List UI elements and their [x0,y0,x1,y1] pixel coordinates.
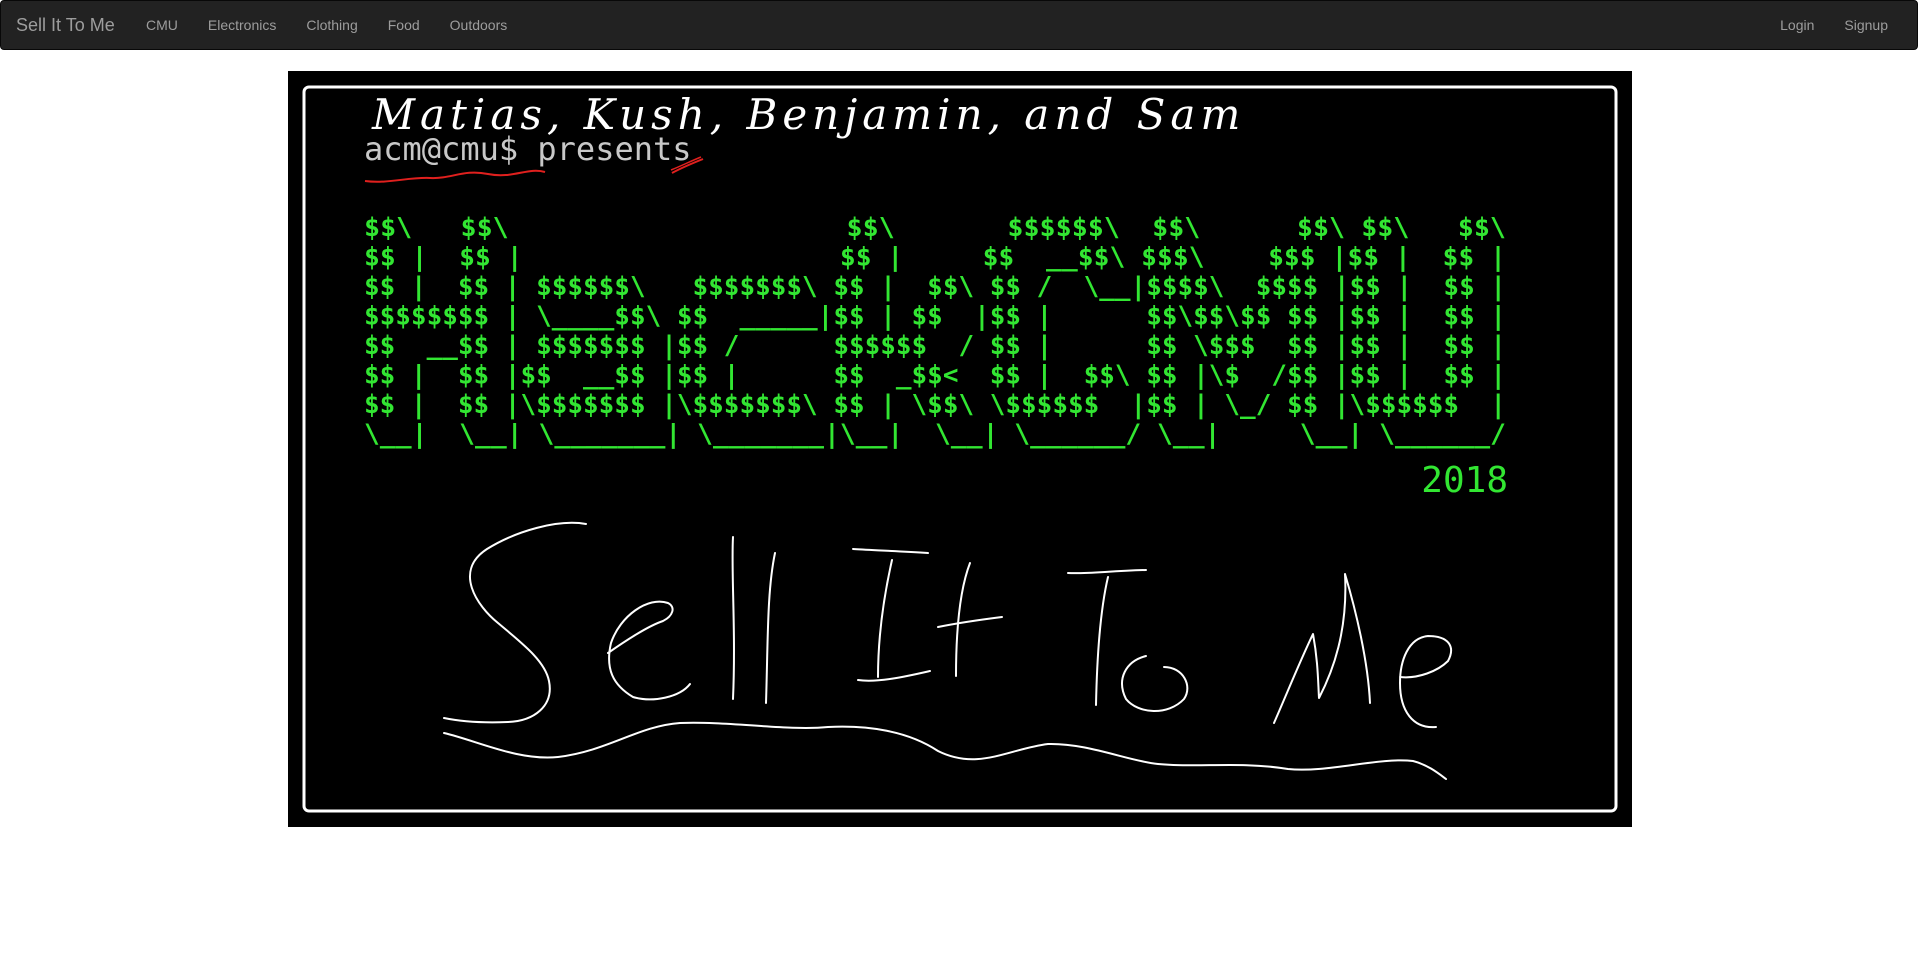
ascii-line: $$\ $$\ $$\ $$$$$$\ $$\ $$\ $$\ $$\ [364,213,1506,243]
nav-account: Login Signup [1765,1,1903,49]
ascii-line: $$ | $$ | $$$$$$\ $$$$$$$\ $$ | $$\ $$ /… [364,272,1506,302]
nav-item-electronics[interactable]: Electronics [193,1,291,49]
nav-categories: CMU Electronics Clothing Food Outdoors [131,1,522,49]
ascii-line: $$ __$$ | $$$$$$$ |$$ / $$$$$$ / $$ | $$… [364,331,1506,361]
ascii-line: $$ | $$ | $$ | $$ __$$\ $$$\ $$$ |$$ | $… [364,243,1506,273]
login-link[interactable]: Login [1765,1,1829,49]
hero-banner: Matias, Kush, Benjamin, and Sam acm@cmu$… [288,71,1632,827]
ascii-art: $$\ $$\ $$\ $$$$$$\ $$\ $$\ $$\ $$\ $$ |… [364,213,1506,450]
ascii-line: $$ | $$ |\$$$$$$$ |\$$$$$$$\ $$ | \$$\ \… [364,390,1506,420]
ascii-line: $$$$$$$$ | \____$$\ $$ _____|$$ | $$ |$$… [364,302,1506,332]
year-label: 2018 [1421,460,1508,501]
nav-item-cmu[interactable]: CMU [131,1,193,49]
ascii-line: $$ | $$ |$$ __$$ |$$ | $$ _$$< $$ | $$\ … [364,361,1506,391]
nav-item-food[interactable]: Food [373,1,435,49]
nav-item-clothing[interactable]: Clothing [291,1,372,49]
brand-link[interactable]: Sell It To Me [16,1,115,49]
nav-item-outdoors[interactable]: Outdoors [435,1,523,49]
ascii-line: \__| \__| \_______| \_______|\__| \__| \… [364,420,1506,450]
navbar: Sell It To Me CMU Electronics Clothing F… [0,0,1918,50]
signup-link[interactable]: Signup [1829,1,1903,49]
prompt-text: acm@cmu$ presents [364,130,692,168]
